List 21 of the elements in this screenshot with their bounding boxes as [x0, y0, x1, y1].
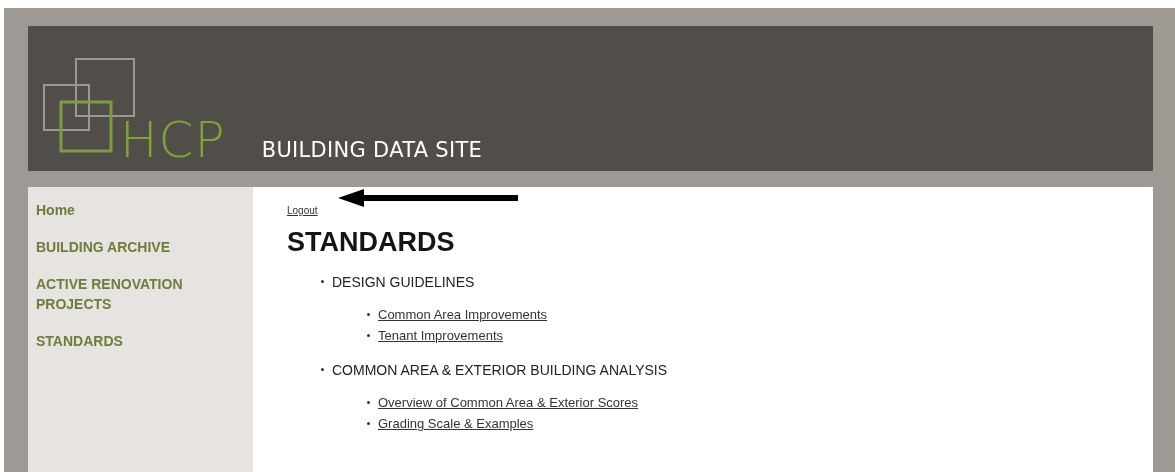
- document-link[interactable]: Grading Scale & Examples: [378, 412, 534, 434]
- bullet-icon: [321, 280, 324, 284]
- document-link[interactable]: Tenant Improvements: [378, 324, 503, 346]
- document-link[interactable]: Common Area Improvements: [378, 303, 548, 325]
- logout-link[interactable]: Logout: [287, 205, 318, 216]
- nav-link[interactable]: ACTIVE RENOVATION PROJECTS: [36, 274, 216, 314]
- page-heading: STANDARDS: [287, 228, 456, 258]
- site-title: BUILDING DATA SITE: [261, 140, 483, 161]
- nav-link[interactable]: STANDARDS: [36, 331, 216, 351]
- bullet-icon: [367, 333, 370, 337]
- section-title: DESIGN GUIDELINES: [332, 272, 475, 292]
- logo-text: HCP: [120, 115, 226, 165]
- arrow-icon: [338, 189, 518, 207]
- bullet-icon: [367, 312, 370, 316]
- bullet-icon: [321, 368, 324, 372]
- nav-link[interactable]: BUILDING ARCHIVE: [36, 237, 216, 257]
- bullet-icon: [367, 400, 370, 404]
- nav-link[interactable]: Home: [36, 200, 216, 220]
- section-title: COMMON AREA & EXTERIOR BUILDING ANALYSIS: [332, 360, 668, 380]
- bullet-icon: [367, 421, 370, 425]
- document-link[interactable]: Overview of Common Area & Exterior Scores: [378, 391, 639, 413]
